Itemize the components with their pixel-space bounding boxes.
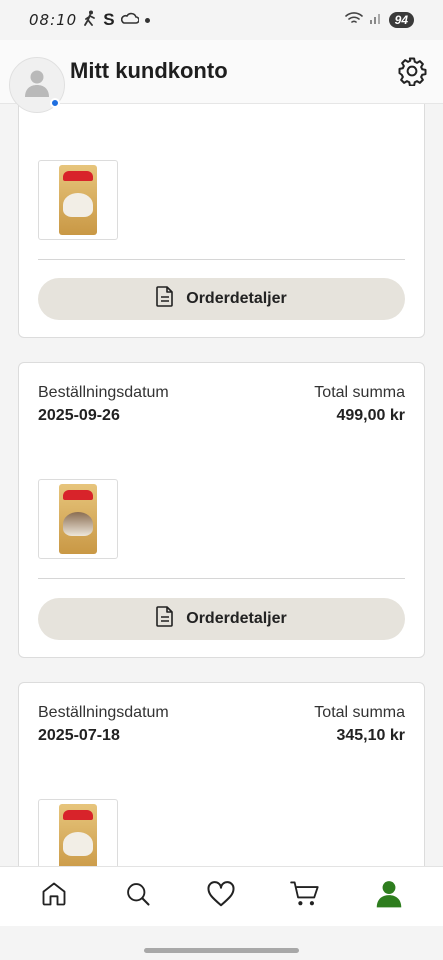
- wifi-icon: [344, 11, 363, 30]
- document-icon: [156, 606, 174, 632]
- order-date-label: Beställningsdatum: [38, 704, 169, 721]
- walking-icon: [83, 10, 97, 31]
- status-time: 08:10: [29, 11, 78, 29]
- royal-canin-bag-image: [59, 484, 97, 554]
- order-details-label: Orderdetaljer: [186, 610, 287, 627]
- cloud-icon: [120, 11, 140, 29]
- order-card: Beställningsdatum Total summa 2025-07-18…: [18, 682, 425, 866]
- order-date: 2025-09-26: [38, 407, 120, 424]
- product-thumbnail[interactable]: [38, 479, 118, 559]
- order-details-button[interactable]: Orderdetaljer: [38, 598, 405, 640]
- heart-icon: [206, 880, 236, 913]
- bottom-navigation: [0, 866, 443, 926]
- nav-search[interactable]: [116, 875, 160, 919]
- avatar-badge: [50, 98, 60, 108]
- orders-list[interactable]: Orderdetaljer Beställningsdatum Total su…: [0, 104, 443, 866]
- nav-account[interactable]: [367, 875, 411, 919]
- gear-icon: [397, 57, 427, 90]
- order-total: 345,10 kr: [336, 727, 405, 744]
- nav-home[interactable]: [32, 875, 76, 919]
- app-header: Mitt kundkonto: [0, 40, 443, 113]
- user-avatar-icon: [24, 68, 50, 103]
- order-details-label: Orderdetaljer: [186, 290, 287, 307]
- order-total-label: Total summa: [314, 384, 405, 401]
- order-date: 2025-07-18: [38, 727, 120, 744]
- page-title: Mitt kundkonto: [70, 58, 228, 83]
- cart-icon: [290, 880, 320, 913]
- order-total-label: Total summa: [314, 704, 405, 721]
- signal-icon: [369, 11, 383, 30]
- gesture-area: [0, 926, 443, 960]
- status-bar: 08:10 S 94: [0, 0, 443, 40]
- divider: [38, 259, 405, 260]
- nav-favorites[interactable]: [199, 875, 243, 919]
- order-card: Orderdetaljer: [18, 104, 425, 338]
- dot-icon: [144, 17, 150, 23]
- product-thumbnail[interactable]: [38, 799, 118, 866]
- avatar[interactable]: [9, 57, 65, 113]
- divider: [38, 578, 405, 579]
- gesture-bar[interactable]: [144, 948, 299, 953]
- product-thumbnail[interactable]: [38, 160, 118, 240]
- nav-cart[interactable]: [283, 875, 327, 919]
- order-card: Beställningsdatum Total summa 2025-09-26…: [18, 362, 425, 658]
- home-icon: [40, 880, 68, 913]
- settings-button[interactable]: [397, 56, 427, 87]
- document-icon: [156, 286, 174, 312]
- royal-canin-bag-image: [59, 804, 97, 866]
- royal-canin-bag-image: [59, 165, 97, 235]
- s-icon: S: [103, 10, 115, 29]
- user-icon: [376, 880, 402, 913]
- order-total: 499,00 kr: [336, 407, 405, 424]
- order-details-button[interactable]: Orderdetaljer: [38, 278, 405, 320]
- battery-indicator: 94: [388, 12, 414, 28]
- order-date-label: Beställningsdatum: [38, 384, 169, 401]
- search-icon: [124, 880, 152, 913]
